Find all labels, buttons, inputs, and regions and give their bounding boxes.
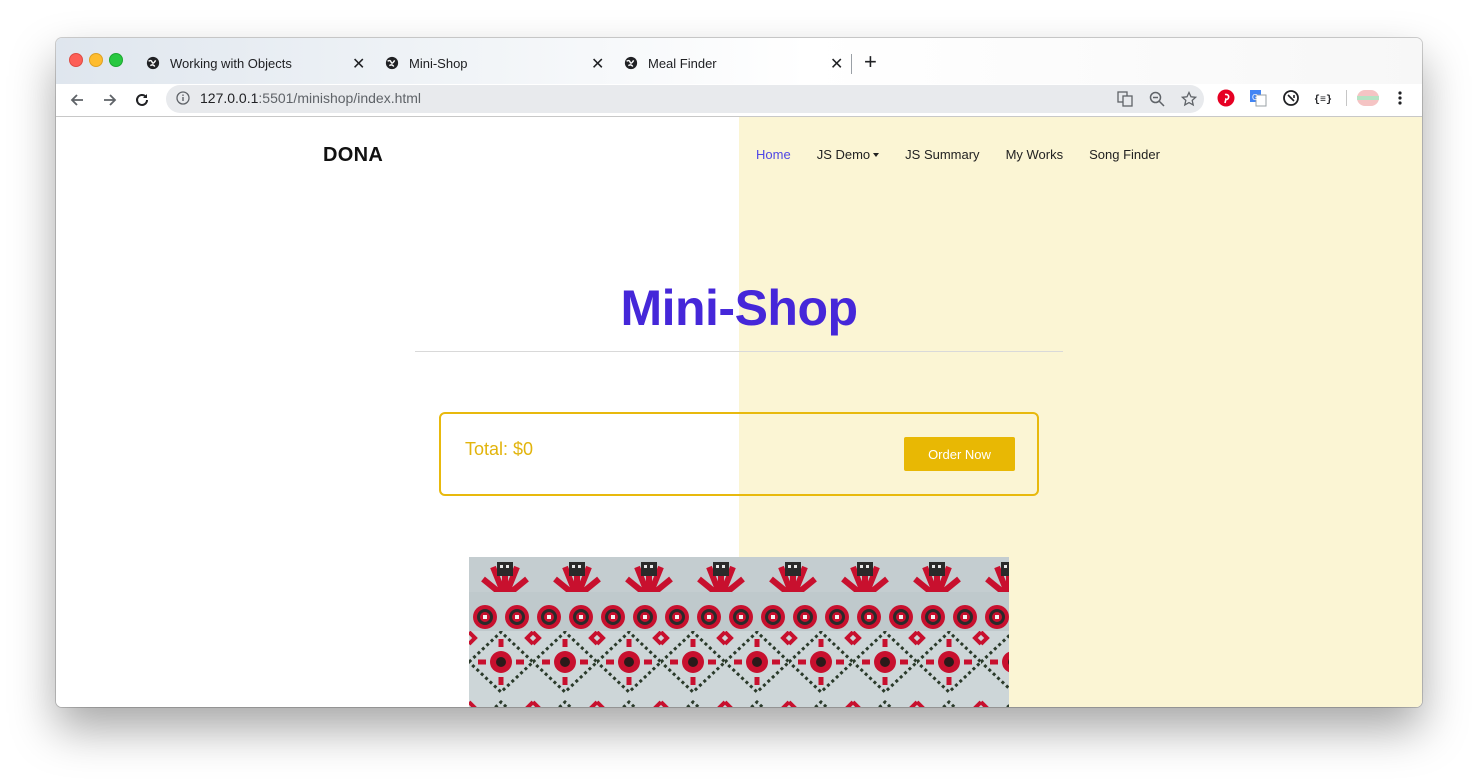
- profile-avatar-icon[interactable]: [1356, 89, 1380, 107]
- site-info-icon[interactable]: [176, 91, 190, 105]
- more-menu-icon[interactable]: [1391, 89, 1409, 107]
- close-window-button[interactable]: [69, 53, 83, 67]
- nav-js-summary[interactable]: JS Summary: [905, 147, 979, 162]
- reload-icon[interactable]: [133, 91, 151, 109]
- sync-icon[interactable]: [1282, 89, 1300, 107]
- nav-label: JS Demo: [816, 147, 871, 162]
- tab-meal-finder[interactable]: Meal Finder ✕: [624, 48, 850, 78]
- url-path: :5501/minishop/index.html: [258, 90, 422, 106]
- tab-working-with-objects[interactable]: Working with Objects ✕: [146, 48, 372, 78]
- nav-label: Home: [756, 147, 791, 162]
- nav-my-works[interactable]: My Works: [1006, 147, 1064, 162]
- tab-separator: [851, 54, 852, 74]
- tab-title: Mini-Shop: [409, 55, 468, 71]
- page-content: DONA Home JS Demo JS Summary My Works So…: [56, 117, 1422, 707]
- product-image[interactable]: [469, 557, 1009, 707]
- address-bar[interactable]: 127.0.0.1:5501/minishop/index.html: [166, 85, 1204, 113]
- order-now-button[interactable]: Order Now: [904, 437, 1015, 471]
- json-viewer-icon[interactable]: {≡}: [1314, 89, 1332, 107]
- page-title: Mini-Shop: [620, 280, 858, 336]
- zoom-out-icon[interactable]: [1149, 91, 1165, 107]
- tab-title: Working with Objects: [170, 55, 292, 71]
- pinterest-icon[interactable]: [1217, 89, 1235, 107]
- caret-down-icon: [873, 152, 880, 157]
- tab-title: Meal Finder: [648, 55, 717, 71]
- globe-icon: [624, 56, 638, 70]
- url-host: 127.0.0.1: [200, 90, 259, 106]
- tab-close-icon[interactable]: ✕: [352, 54, 365, 74]
- url-text: 127.0.0.1:5501/minishop/index.html: [200, 90, 421, 106]
- cart-summary: Total: $0 Order Now: [439, 412, 1039, 496]
- browser-window: Working with Objects ✕ Mini-Shop ✕ Meal …: [56, 38, 1422, 707]
- toolbar-separator: [1346, 90, 1347, 106]
- tab-mini-shop[interactable]: Mini-Shop ✕: [385, 48, 611, 78]
- main-nav: Home JS Demo JS Summary My Works Song Fi…: [756, 147, 1186, 162]
- nav-js-demo[interactable]: JS Demo: [816, 147, 880, 162]
- embroidery-pattern-image: [469, 557, 1009, 707]
- brand-logo[interactable]: DONA: [323, 144, 383, 167]
- svg-text:{≡}: {≡}: [1314, 94, 1332, 106]
- new-tab-button[interactable]: +: [864, 51, 877, 73]
- nav-song-finder[interactable]: Song Finder: [1089, 147, 1160, 162]
- bookmark-star-icon[interactable]: [1181, 91, 1197, 107]
- cart-total: Total: $0: [465, 439, 534, 459]
- title-bar: Working with Objects ✕ Mini-Shop ✕ Meal …: [56, 38, 1422, 84]
- nav-label: JS Summary: [905, 147, 980, 162]
- tab-close-icon[interactable]: ✕: [591, 54, 604, 74]
- minimize-window-button[interactable]: [89, 53, 103, 67]
- globe-icon: [385, 56, 399, 70]
- title-divider: [415, 351, 1063, 352]
- nav-label: My Works: [1005, 147, 1064, 162]
- svg-text:G: G: [1252, 93, 1258, 102]
- translate-icon[interactable]: [1117, 91, 1133, 107]
- globe-icon: [146, 56, 160, 70]
- tab-close-icon[interactable]: ✕: [830, 54, 843, 74]
- forward-icon[interactable]: [101, 91, 119, 109]
- nav-home[interactable]: Home: [756, 147, 791, 162]
- google-translate-icon[interactable]: G: [1249, 89, 1267, 107]
- back-icon[interactable]: [68, 91, 86, 109]
- nav-label: Song Finder: [1089, 147, 1160, 162]
- maximize-window-button[interactable]: [109, 53, 123, 67]
